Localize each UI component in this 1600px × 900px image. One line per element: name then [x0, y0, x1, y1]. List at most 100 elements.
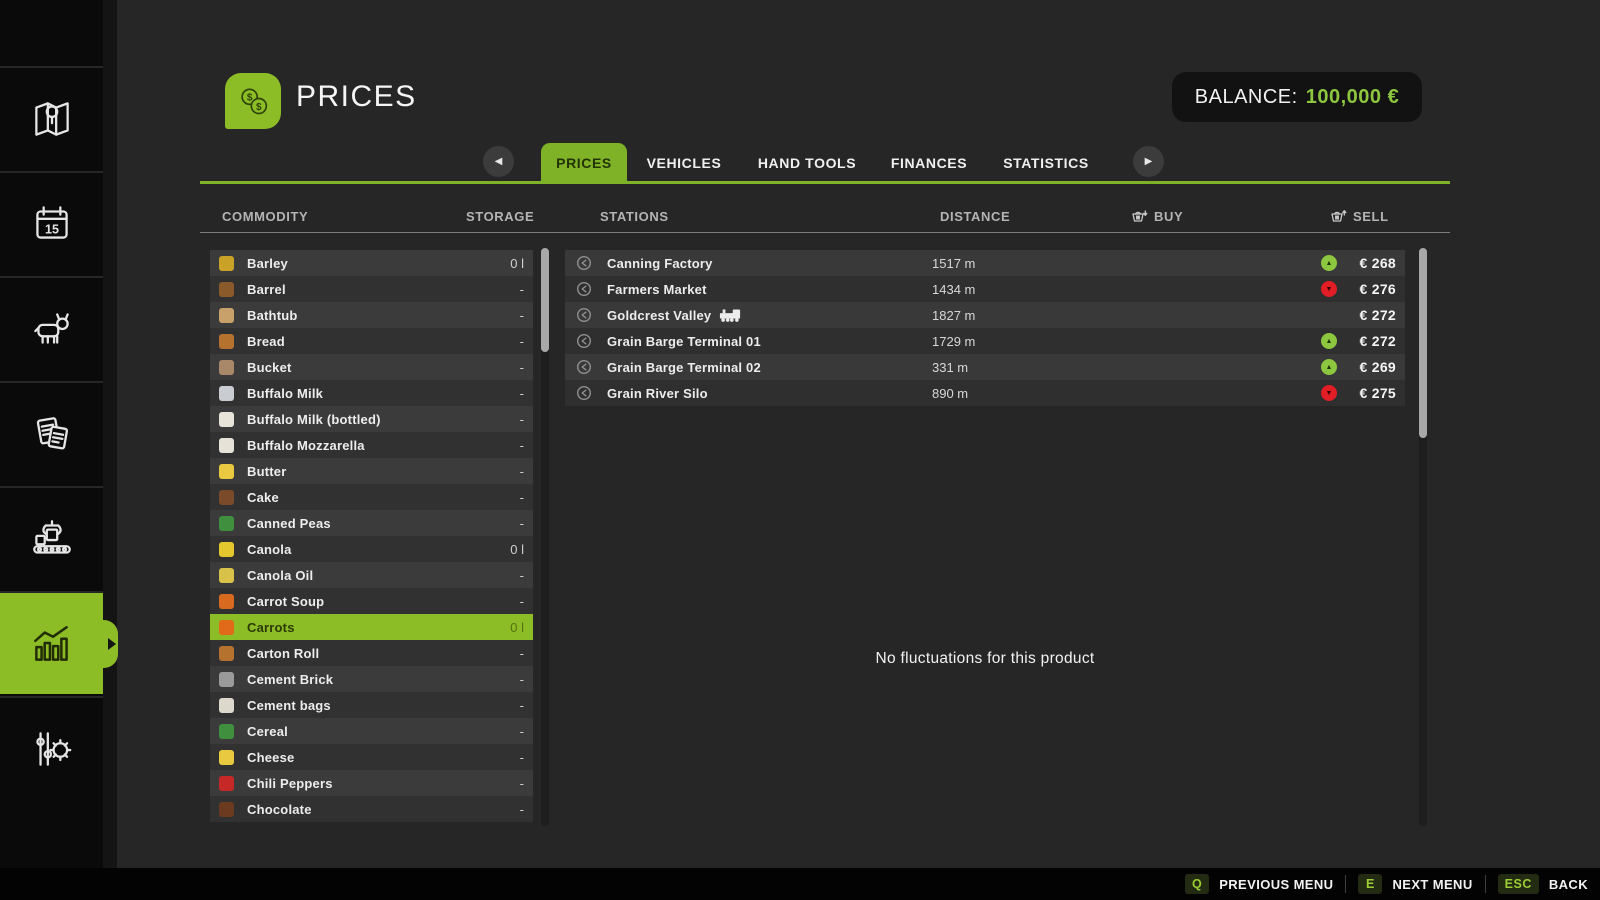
commodity-storage: - — [519, 437, 524, 453]
tab-underline — [200, 181, 1450, 184]
commodity-icon — [219, 411, 234, 427]
tab-vehicles[interactable]: VEHICLES — [646, 143, 722, 183]
commodity-row[interactable]: Cereal - — [210, 718, 533, 744]
commodity-row[interactable]: Buffalo Mozzarella - — [210, 432, 533, 458]
station-marker-icon[interactable] — [576, 333, 592, 349]
commodity-storage: - — [519, 489, 524, 505]
commodity-row[interactable]: Bucket - — [210, 354, 533, 380]
hint-label: NEXT MENU — [1392, 876, 1473, 892]
hint-previous-menu[interactable]: Q PREVIOUS MENU — [1184, 874, 1334, 894]
price-trend-up-icon: ▲ — [1321, 333, 1337, 349]
hint-separator — [1484, 875, 1486, 893]
commodity-row[interactable]: Chocolate - — [210, 796, 533, 822]
tab-hand-tools[interactable]: HAND TOOLS — [757, 143, 857, 183]
stations-scrollbar-thumb[interactable] — [1419, 248, 1427, 438]
sidebar-item-calendar[interactable]: 15 — [0, 171, 103, 274]
commodity-row[interactable]: Carrots 0 l — [210, 614, 533, 640]
commodity-row[interactable]: Chili Peppers - — [210, 770, 533, 796]
station-marker-icon[interactable] — [576, 385, 592, 401]
commodity-row[interactable]: Barley 0 l — [210, 250, 533, 276]
commodity-row[interactable]: Canola 0 l — [210, 536, 533, 562]
commodity-row[interactable]: Bread - — [210, 328, 533, 354]
station-sell-price: € 268 — [1359, 255, 1396, 271]
commodity-icon — [219, 437, 234, 453]
station-row[interactable]: Farmers Market 1434 m ▼ € 276 — [565, 276, 1405, 302]
commodity-storage: - — [519, 411, 524, 427]
commodity-icon — [219, 385, 234, 401]
commodity-scrollbar-thumb[interactable] — [541, 248, 549, 352]
commodity-row[interactable]: Cement bags - — [210, 692, 533, 718]
production-icon — [27, 514, 77, 564]
station-name: Grain Barge Terminal 01 — [607, 333, 761, 349]
station-distance: 890 m — [932, 385, 969, 401]
sidebar-item-contracts[interactable] — [0, 381, 103, 484]
commodity-row[interactable]: Canned Peas - — [210, 510, 533, 536]
station-name: Canning Factory — [607, 255, 713, 271]
right-arrow-icon: ▶ — [1144, 156, 1153, 167]
station-sell-price: € 272 — [1359, 307, 1396, 323]
balance-label: BALANCE: — [1194, 85, 1298, 108]
commodity-row[interactable]: Bathtub - — [210, 302, 533, 328]
commodity-row[interactable]: Carrot Soup - — [210, 588, 533, 614]
commodity-storage: 0 l — [510, 541, 524, 557]
station-row[interactable]: Grain River Silo 890 m ▼ € 275 — [565, 380, 1405, 406]
commodity-list: Barley 0 l Barrel - Bathtub - Bread - Bucket - Buf… — [210, 250, 533, 826]
column-sell-label: SELL — [1353, 209, 1389, 224]
commodity-row[interactable]: Barrel - — [210, 276, 533, 302]
stations-scrollbar[interactable] — [1419, 248, 1427, 826]
commodity-row[interactable]: Carton Roll - — [210, 640, 533, 666]
station-row[interactable]: Grain Barge Terminal 02 331 m ▲ € 269 — [565, 354, 1405, 380]
commodity-name: Cheese — [247, 749, 295, 765]
commodity-row[interactable]: Buffalo Milk - — [210, 380, 533, 406]
coins-icon: $ $ — [233, 81, 273, 121]
commodity-row[interactable]: Butter - — [210, 458, 533, 484]
commodity-icon — [219, 281, 234, 297]
commodity-name: Carrot Soup — [247, 593, 325, 609]
station-marker-icon[interactable] — [576, 281, 592, 297]
map-icon — [27, 94, 77, 144]
station-name: Grain Barge Terminal 02 — [607, 359, 761, 375]
column-sell: SELL — [1330, 209, 1389, 224]
commodity-storage: 0 l — [510, 255, 524, 271]
commodity-storage: - — [519, 593, 524, 609]
commodity-icon — [219, 567, 234, 583]
hint-next-menu[interactable]: E NEXT MENU — [1358, 874, 1472, 894]
station-distance: 1827 m — [932, 307, 976, 323]
hint-back[interactable]: ESC BACK — [1497, 874, 1588, 894]
selected-arrow-icon — [107, 638, 116, 650]
commodity-row[interactable]: Cement Brick - — [210, 666, 533, 692]
tabs-next-button[interactable]: ▶ — [1133, 146, 1164, 177]
column-stations: STATIONS — [600, 209, 669, 224]
sidebar-item-production[interactable] — [0, 486, 103, 589]
sidebar-item-animals[interactable] — [0, 276, 103, 379]
header-divider — [200, 232, 1450, 233]
commodity-row[interactable]: Cheese - — [210, 744, 533, 770]
tab-finances[interactable]: FINANCES — [890, 143, 968, 183]
station-row[interactable]: Grain Barge Terminal 01 1729 m ▲ € 272 — [565, 328, 1405, 354]
commodity-storage: - — [519, 385, 524, 401]
commodity-row[interactable]: Cake - — [210, 484, 533, 510]
commodity-row[interactable]: Canola Oil - — [210, 562, 533, 588]
station-marker-icon[interactable] — [576, 307, 592, 323]
commodity-storage: - — [519, 723, 524, 739]
commodity-row[interactable]: Buffalo Milk (bottled) - — [210, 406, 533, 432]
station-marker-icon[interactable] — [576, 255, 592, 271]
station-row[interactable]: Canning Factory 1517 m ▲ € 268 — [565, 250, 1405, 276]
station-marker-icon[interactable] — [576, 359, 592, 375]
commodity-icon — [219, 671, 234, 687]
commodity-storage: - — [519, 281, 524, 297]
commodity-storage: - — [519, 671, 524, 687]
commodity-storage: - — [519, 307, 524, 323]
tab-statistics[interactable]: STATISTICS — [1002, 143, 1090, 183]
contracts-icon — [27, 409, 77, 459]
station-distance: 1434 m — [932, 281, 976, 297]
commodity-scrollbar[interactable] — [541, 248, 549, 826]
commodity-storage: - — [519, 567, 524, 583]
commodity-storage: - — [519, 645, 524, 661]
sidebar-item-settings[interactable] — [0, 696, 103, 799]
tab-bar: PRICES VEHICLES HAND TOOLS FINANCES STATISTI… — [0, 143, 1600, 183]
sidebar-item-statistics[interactable] — [0, 591, 103, 694]
station-row[interactable]: Goldcrest Valley 1827 m € 272 — [565, 302, 1405, 328]
tab-prices[interactable]: PRICES — [541, 143, 627, 183]
keycap-q: Q — [1184, 874, 1210, 894]
